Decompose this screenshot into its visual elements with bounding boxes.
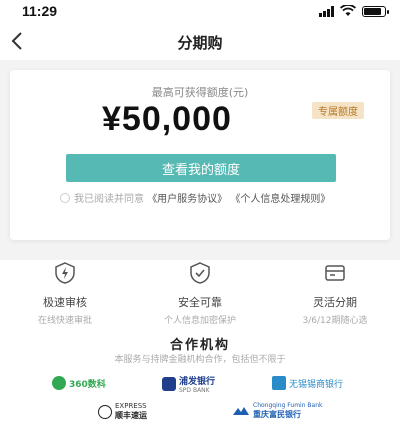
shield-lightning-icon [55, 262, 75, 284]
view-my-limit-button[interactable]: 查看我的额度 [66, 154, 336, 182]
logo-name: 360数科 [69, 379, 106, 390]
wifi-icon [340, 5, 356, 16]
logo-spd-bank: 浦发银行 SPD BANK [162, 374, 215, 394]
logo-name: 无锡锡商银行 [289, 379, 344, 390]
logo-360-shuke: 360数科 [52, 376, 106, 390]
features-row: 极速审核 在线快速审批 安全可靠 个人信息加密保护 灵活分期 3/6/12期随心… [0, 262, 400, 332]
feature-flexible-installments: 灵活分期 3/6/12期随心选 [270, 262, 400, 326]
status-icons [319, 5, 389, 17]
logo-name: 顺丰速运 [115, 411, 147, 420]
page-title: 分期购 [177, 34, 223, 52]
feature-title: 安全可靠 [178, 296, 222, 309]
feature-secure: 安全可靠 个人信息加密保护 [135, 262, 265, 326]
user-service-agreement-link[interactable]: 《用户服务协议》 [147, 194, 227, 205]
xishang-bank-logo-icon [272, 376, 286, 390]
credit-amount: ¥50,000 [102, 100, 232, 138]
agreement-prefix: 我已阅读并同意 [74, 194, 144, 205]
logo-subname: EXPRESS [115, 402, 147, 410]
credit-limit-card: 最高可获得额度(元) ¥50,000 专属额度 查看我的额度 我已阅读并同意 《… [10, 70, 390, 240]
feature-subtitle: 个人信息加密保护 [163, 316, 236, 326]
feature-subtitle: 3/6/12期随心选 [302, 316, 368, 326]
sf-express-logo-icon [98, 404, 112, 419]
agreement-row: 我已阅读并同意 《用户服务协议》 《个人信息处理规则》 [60, 192, 360, 208]
status-time: 11:29 [22, 3, 58, 19]
signal-icon [319, 5, 334, 17]
logo-sf-express: EXPRESS 顺丰速运 [98, 402, 147, 421]
partners-subtitle: 本服务与持牌金融机构合作，包括但不限于 [114, 355, 286, 365]
spd-bank-logo-icon [162, 377, 176, 391]
battery-icon [362, 5, 389, 17]
navigation-bar: 分期购 [0, 24, 400, 60]
logo-subname: Chongqing Fumin Bank [253, 402, 323, 409]
exclusive-limit-badge: 专属额度 [312, 102, 364, 119]
agreement-checkbox[interactable] [60, 193, 70, 203]
status-bar: 11:29 [0, 0, 400, 24]
feature-subtitle: 在线快速审批 [37, 316, 92, 326]
logo-wuxi-xishang-bank: 无锡锡商银行 [272, 376, 343, 390]
fumin-bank-logo-icon [233, 407, 249, 415]
feature-title: 极速审核 [43, 296, 87, 309]
personal-info-rules-link[interactable]: 《个人信息处理规则》 [230, 194, 330, 205]
360-logo-icon [52, 376, 66, 390]
feature-fast-review: 极速审核 在线快速审批 [0, 262, 130, 326]
calendar-card-icon [325, 265, 345, 281]
logo-chongqing-fumin-bank: Chongqing Fumin Bank 重庆富民银行 [232, 402, 323, 420]
feature-title: 灵活分期 [313, 296, 357, 309]
partners-title: 合作机构 [169, 338, 230, 353]
limit-label: 最高可获得额度(元) [151, 86, 249, 99]
logo-subname: SPD BANK [179, 387, 210, 394]
logo-name: 浦发银行 [179, 377, 216, 387]
logo-name: 重庆富民银行 [253, 410, 301, 419]
shield-check-icon [190, 262, 210, 284]
